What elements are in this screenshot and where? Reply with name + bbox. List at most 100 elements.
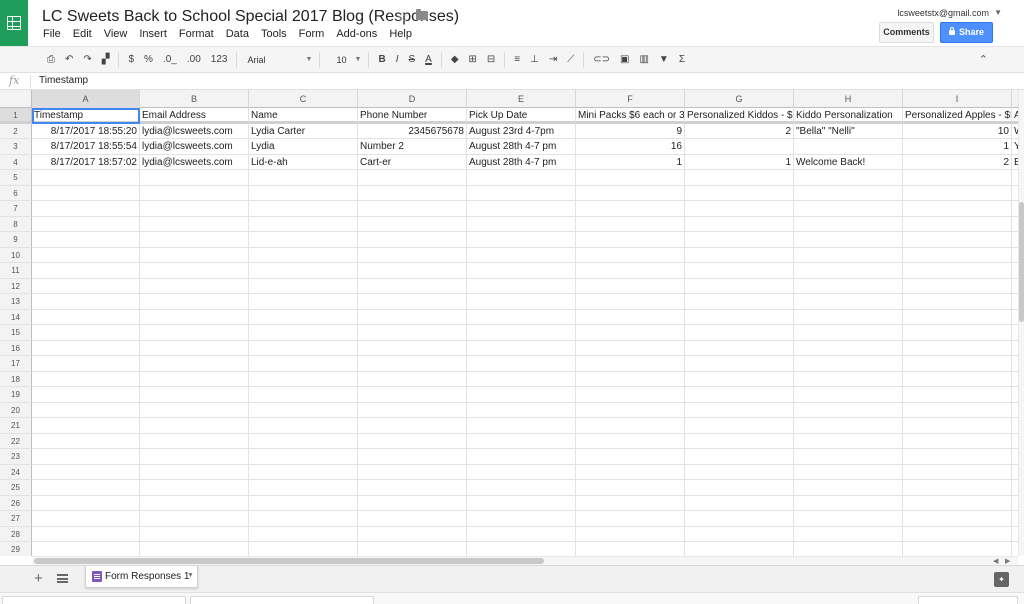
cell[interactable] xyxy=(358,387,467,403)
cell[interactable] xyxy=(32,511,140,527)
cell[interactable] xyxy=(576,402,685,418)
cell[interactable]: Personalized Kiddos - $7 xyxy=(685,108,794,124)
cell[interactable] xyxy=(903,371,1012,387)
cell[interactable] xyxy=(685,449,794,465)
cell[interactable] xyxy=(576,511,685,527)
column-header-b[interactable]: B xyxy=(140,90,249,108)
cell[interactable] xyxy=(576,356,685,372)
horizontal-scrollbar[interactable] xyxy=(32,556,1018,565)
cell[interactable] xyxy=(140,511,249,527)
cell[interactable] xyxy=(140,387,249,403)
cell[interactable] xyxy=(32,387,140,403)
cell[interactable] xyxy=(903,480,1012,496)
cell[interactable] xyxy=(140,433,249,449)
cell[interactable] xyxy=(140,185,249,201)
cell[interactable] xyxy=(358,356,467,372)
redo-icon[interactable]: ↷ xyxy=(78,54,96,65)
cell[interactable] xyxy=(685,263,794,279)
cell[interactable] xyxy=(794,263,903,279)
select-all-corner[interactable] xyxy=(0,90,32,108)
cell[interactable] xyxy=(685,511,794,527)
cell[interactable] xyxy=(140,170,249,186)
cell[interactable] xyxy=(249,309,358,325)
cell[interactable] xyxy=(576,278,685,294)
row-header[interactable]: 10 xyxy=(0,247,32,263)
cell[interactable] xyxy=(249,325,358,341)
cell[interactable] xyxy=(467,387,576,403)
cell[interactable] xyxy=(685,526,794,542)
menu-format[interactable]: Format xyxy=(173,28,220,40)
cell[interactable] xyxy=(903,418,1012,434)
cell[interactable] xyxy=(794,433,903,449)
cell[interactable] xyxy=(249,495,358,511)
bold-button[interactable]: B xyxy=(373,54,390,65)
cell[interactable] xyxy=(32,356,140,372)
cell[interactable]: Mini Packs $6 each or 3/$ xyxy=(576,108,685,124)
cell[interactable] xyxy=(794,201,903,217)
cell[interactable] xyxy=(467,170,576,186)
row-header[interactable]: 17 xyxy=(0,356,32,372)
cell[interactable]: Welcome Back! xyxy=(794,154,903,170)
row-header[interactable]: 23 xyxy=(0,449,32,465)
cell[interactable] xyxy=(685,201,794,217)
menu-form[interactable]: Form xyxy=(293,28,331,40)
row-header[interactable]: 5 xyxy=(0,170,32,186)
decrease-decimal-button[interactable]: .0_ xyxy=(158,54,182,65)
cell[interactable] xyxy=(576,232,685,248)
cell[interactable] xyxy=(467,542,576,556)
cell[interactable] xyxy=(140,340,249,356)
cell[interactable] xyxy=(794,294,903,310)
more-formats-button[interactable]: 123 xyxy=(206,54,233,65)
cell[interactable] xyxy=(903,464,1012,480)
borders-icon[interactable]: ⊞ xyxy=(464,54,482,65)
row-header[interactable]: 8 xyxy=(0,216,32,232)
cell[interactable] xyxy=(32,402,140,418)
formula-input[interactable]: Timestamp xyxy=(39,75,88,86)
cell[interactable] xyxy=(32,480,140,496)
explore-icon[interactable]: ✦ xyxy=(994,572,1009,587)
cell[interactable] xyxy=(685,464,794,480)
menu-file[interactable]: File xyxy=(37,28,67,40)
account-caret-icon[interactable]: ▼ xyxy=(994,8,1002,17)
add-sheet-button[interactable]: + xyxy=(34,570,43,587)
cell[interactable]: "Bella" "Nelli" xyxy=(794,123,903,139)
column-header-d[interactable]: D xyxy=(358,90,467,108)
cell[interactable] xyxy=(32,170,140,186)
cell[interactable] xyxy=(358,480,467,496)
sheet-tab-form-responses[interactable]: Form Responses 1 ▼ xyxy=(85,566,198,588)
menu-addons[interactable]: Add-ons xyxy=(330,28,383,40)
cell[interactable]: 16 xyxy=(576,139,685,155)
cell[interactable] xyxy=(140,263,249,279)
cell[interactable] xyxy=(903,495,1012,511)
cell[interactable] xyxy=(903,542,1012,556)
cell[interactable] xyxy=(32,263,140,279)
cell[interactable] xyxy=(32,185,140,201)
cell[interactable] xyxy=(794,387,903,403)
cell[interactable] xyxy=(249,185,358,201)
cell[interactable] xyxy=(576,263,685,279)
cell[interactable] xyxy=(576,185,685,201)
cell[interactable] xyxy=(358,526,467,542)
cell[interactable] xyxy=(467,201,576,217)
cell[interactable] xyxy=(903,216,1012,232)
cell[interactable] xyxy=(467,511,576,527)
cell[interactable] xyxy=(794,216,903,232)
cell[interactable] xyxy=(140,449,249,465)
cell[interactable] xyxy=(249,526,358,542)
cell[interactable] xyxy=(794,247,903,263)
cell[interactable] xyxy=(140,325,249,341)
cell[interactable] xyxy=(467,325,576,341)
cell[interactable] xyxy=(467,433,576,449)
cell[interactable] xyxy=(140,201,249,217)
menu-help[interactable]: Help xyxy=(383,28,418,40)
cell[interactable] xyxy=(32,325,140,341)
cell[interactable] xyxy=(358,464,467,480)
cell[interactable]: Phone Number xyxy=(358,108,467,124)
column-header-e[interactable]: E xyxy=(467,90,576,108)
cell[interactable]: August 23rd 4-7pm xyxy=(467,123,576,139)
cell[interactable] xyxy=(903,170,1012,186)
cell[interactable] xyxy=(140,278,249,294)
text-wrapping-icon[interactable]: ⇥ xyxy=(544,54,562,65)
cell[interactable]: Kiddo Personalization xyxy=(794,108,903,124)
cell[interactable] xyxy=(576,371,685,387)
